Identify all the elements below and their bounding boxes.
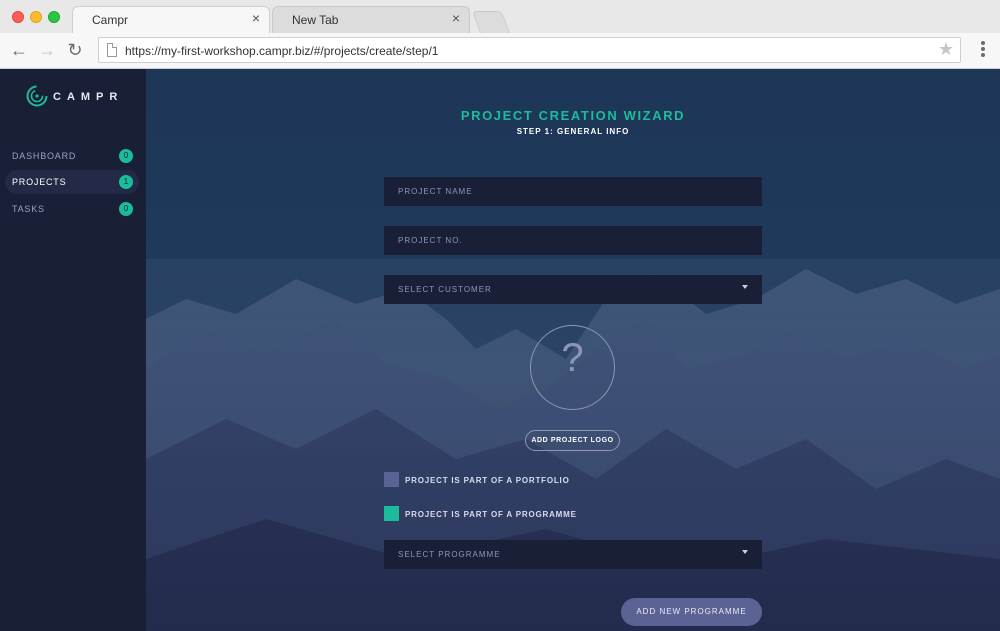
sidebar-item-tasks[interactable]: TASKS 0 xyxy=(5,197,139,221)
programme-select[interactable]: SELECT PROGRAMME xyxy=(384,540,762,569)
browser-menu-icon[interactable] xyxy=(980,41,986,59)
add-project-logo-button[interactable]: ADD PROJECT LOGO xyxy=(525,430,620,451)
window-close-button[interactable] xyxy=(12,11,24,23)
count-badge: 0 xyxy=(119,149,133,163)
close-tab-icon[interactable]: × xyxy=(252,10,260,26)
sidebar-item-label: PROJECTS xyxy=(12,177,67,187)
tab-new-tab[interactable]: New Tab × xyxy=(272,6,470,33)
tab-label: Campr xyxy=(92,13,129,27)
window-minimize-button[interactable] xyxy=(30,11,42,23)
customer-select-label: SELECT CUSTOMER xyxy=(398,285,492,294)
wizard-main: PROJECT CREATION WIZARD STEP 1: GENERAL … xyxy=(146,69,1000,631)
portfolio-checkbox-label[interactable]: PROJECT IS PART OF A PORTFOLIO xyxy=(405,476,570,485)
sidebar-item-label: TASKS xyxy=(12,204,45,214)
tab-campr[interactable]: Campr × xyxy=(72,6,270,33)
add-new-programme-button[interactable]: ADD NEW PROGRAMME xyxy=(621,598,762,626)
project-number-placeholder: PROJECT NO. xyxy=(398,236,463,245)
wizard-step-subtitle: STEP 1: GENERAL INFO xyxy=(516,127,630,136)
forward-icon[interactable]: → xyxy=(36,39,58,61)
count-badge: 1 xyxy=(119,175,133,189)
sidebar-item-label: DASHBOARD xyxy=(12,151,77,161)
new-tab-button[interactable] xyxy=(471,11,511,33)
sidebar-item-dashboard[interactable]: DASHBOARD 0 xyxy=(5,144,139,168)
campr-app: CAMPR DASHBOARD 0 PROJECTS 1 TASKS 0 PRO… xyxy=(0,69,1000,631)
customer-select[interactable]: SELECT CUSTOMER xyxy=(384,275,762,304)
project-logo-placeholder[interactable]: ? xyxy=(530,325,615,410)
address-bar[interactable]: https://my-first-workshop.campr.biz/#/pr… xyxy=(98,37,961,63)
bookmark-star-icon[interactable]: ★ xyxy=(938,39,954,60)
sidebar: CAMPR DASHBOARD 0 PROJECTS 1 TASKS 0 xyxy=(0,69,146,631)
programme-select-label: SELECT PROGRAMME xyxy=(398,550,501,559)
close-tab-icon[interactable]: × xyxy=(452,10,460,26)
chevron-down-icon xyxy=(742,550,748,554)
url-text: https://my-first-workshop.campr.biz/#/pr… xyxy=(125,44,439,58)
question-mark-icon: ? xyxy=(561,336,584,380)
wizard-title: PROJECT CREATION WIZARD xyxy=(460,108,686,123)
portfolio-checkbox[interactable] xyxy=(384,472,399,487)
programme-checkbox[interactable] xyxy=(384,506,399,521)
sidebar-item-projects[interactable]: PROJECTS 1 xyxy=(5,170,139,194)
campr-logo-icon xyxy=(26,85,48,107)
programme-checkbox-label[interactable]: PROJECT IS PART OF A PROGRAMME xyxy=(405,510,577,519)
project-number-input[interactable]: PROJECT NO. xyxy=(384,226,762,255)
back-icon[interactable]: ← xyxy=(8,39,30,61)
logo-text: CAMPR xyxy=(53,91,124,103)
count-badge: 0 xyxy=(119,202,133,216)
project-name-input[interactable]: PROJECT NAME xyxy=(384,177,762,206)
reload-icon[interactable]: ↻ xyxy=(64,39,86,61)
tab-label: New Tab xyxy=(292,13,339,27)
browser-chrome: Campr × New Tab × ← → ↻ https://my-first… xyxy=(0,0,1000,69)
window-zoom-button[interactable] xyxy=(48,11,60,23)
project-name-placeholder: PROJECT NAME xyxy=(398,187,473,196)
chevron-down-icon xyxy=(742,285,748,289)
tab-strip: Campr × New Tab × xyxy=(0,0,1000,33)
page-icon xyxy=(107,43,117,57)
browser-toolbar: ← → ↻ https://my-first-workshop.campr.bi… xyxy=(0,33,1000,68)
